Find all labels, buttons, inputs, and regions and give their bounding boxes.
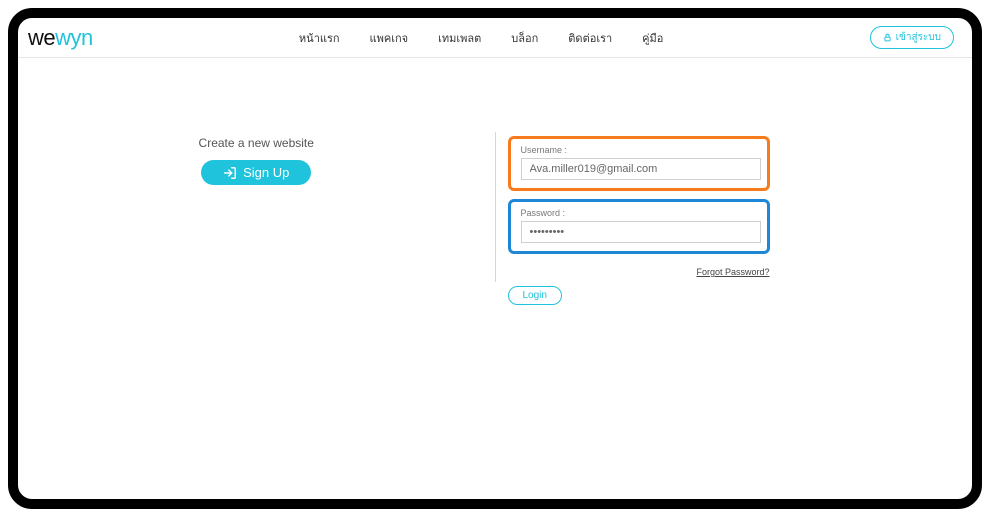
signup-button[interactable]: Sign Up [201,160,311,185]
username-label: Username : [521,145,757,155]
logo-part-we: we [28,25,55,50]
forgot-password-link[interactable]: Forgot Password? [696,267,769,277]
signin-arrow-icon [223,166,237,180]
main-content: Create a new website Sign Up Username : … [18,58,972,499]
logo: wewyn [22,25,93,51]
lock-icon [883,33,892,42]
username-input[interactable] [521,158,761,180]
nav-manual[interactable]: คู่มือ [642,29,663,47]
nav-home[interactable]: หน้าแรก [299,29,340,47]
password-input[interactable] [521,221,761,243]
login-panel: Username : Password : Forgot Password? L… [496,136,973,499]
nav-contact[interactable]: ติดต่อเรา [568,29,612,47]
header: wewyn หน้าแรก แพคเกจ เทมเพลต บล็อก ติดต่… [18,18,972,58]
nav-packages[interactable]: แพคเกจ [370,29,409,47]
password-group: Password : [508,199,770,254]
create-website-text: Create a new website [199,136,314,150]
device-frame: wewyn หน้าแรก แพคเกจ เทมเพลต บล็อก ติดต่… [8,8,982,509]
username-group: Username : [508,136,770,191]
nav-blog[interactable]: บล็อก [511,29,538,47]
signup-panel: Create a new website Sign Up [18,136,495,499]
signup-button-label: Sign Up [243,165,289,180]
login-button[interactable]: Login [508,286,562,305]
header-login-button[interactable]: เข้าสู่ระบบ [870,26,954,49]
header-login-label: เข้าสู่ระบบ [896,30,941,45]
main-nav: หน้าแรก แพคเกจ เทมเพลต บล็อก ติดต่อเรา ค… [93,29,870,47]
logo-part-wyn: wyn [55,25,93,50]
nav-templates[interactable]: เทมเพลต [438,29,481,47]
password-label: Password : [521,208,757,218]
